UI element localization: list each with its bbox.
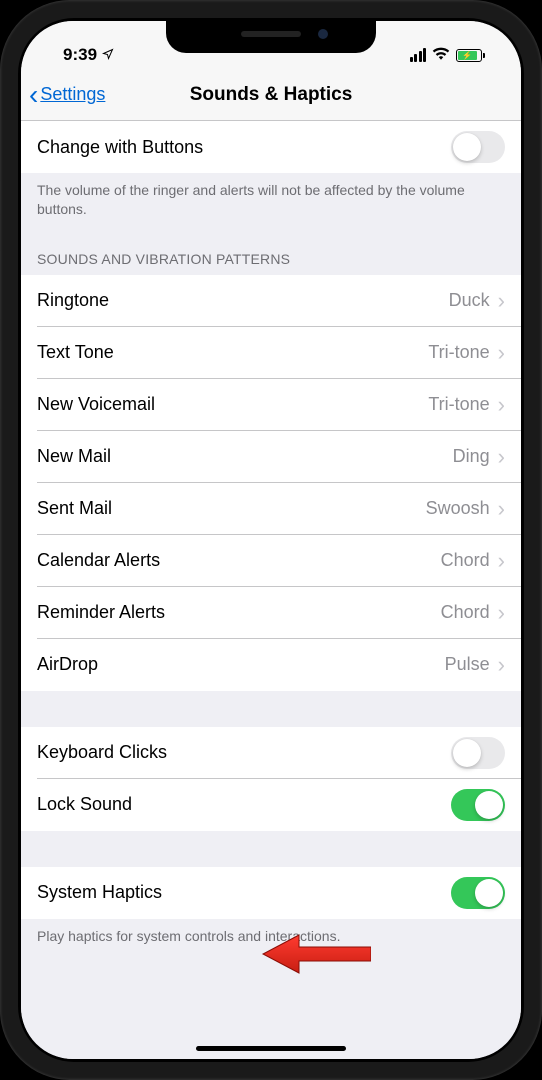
row-label: Calendar Alerts — [37, 550, 441, 571]
back-button-label: Settings — [40, 84, 105, 105]
row-reminder-alerts[interactable]: Reminder AlertsChord › — [21, 587, 521, 639]
row-label: Sent Mail — [37, 498, 426, 519]
location-services-icon — [102, 45, 114, 65]
row-label: AirDrop — [37, 654, 445, 675]
back-button[interactable]: ‹ Settings — [21, 81, 105, 109]
cellular-signal-icon — [410, 48, 427, 62]
row-system-haptics[interactable]: System Haptics — [21, 867, 521, 919]
row-new-voicemail[interactable]: New VoicemailTri-tone › — [21, 379, 521, 431]
row-label: Change with Buttons — [37, 137, 451, 158]
status-time: 9:39 — [63, 45, 97, 65]
row-lock-sound[interactable]: Lock Sound — [21, 779, 521, 831]
toggle-change-with-buttons[interactable] — [451, 131, 505, 163]
row-label: Reminder Alerts — [37, 602, 441, 623]
row-value: Swoosh — [426, 498, 490, 519]
row-value: Chord — [441, 550, 490, 571]
chevron-right-icon: › — [498, 392, 505, 418]
chevron-right-icon: › — [498, 340, 505, 366]
home-indicator[interactable] — [196, 1046, 346, 1051]
row-calendar-alerts[interactable]: Calendar AlertsChord › — [21, 535, 521, 587]
row-value: Pulse — [445, 654, 490, 675]
wifi-icon — [432, 45, 450, 65]
row-value: Chord — [441, 602, 490, 623]
row-label: Text Tone — [37, 342, 428, 363]
row-value: Ding — [453, 446, 490, 467]
row-value: Tri-tone — [428, 394, 489, 415]
navigation-bar: ‹ Settings Sounds & Haptics — [21, 69, 521, 121]
row-label: New Voicemail — [37, 394, 428, 415]
chevron-right-icon: › — [498, 548, 505, 574]
footer-change-with-buttons: The volume of the ringer and alerts will… — [21, 173, 521, 233]
footer-system-haptics: Play haptics for system controls and int… — [21, 919, 521, 960]
row-label: Lock Sound — [37, 794, 451, 815]
settings-content[interactable]: Change with Buttons The volume of the ri… — [21, 121, 521, 1059]
battery-icon: ⚡ — [456, 49, 485, 62]
chevron-right-icon: › — [498, 288, 505, 314]
row-sent-mail[interactable]: Sent MailSwoosh › — [21, 483, 521, 535]
chevron-left-icon: ‹ — [29, 81, 38, 109]
row-label: Ringtone — [37, 290, 449, 311]
row-label: New Mail — [37, 446, 453, 467]
row-ringtone[interactable]: RingtoneDuck › — [21, 275, 521, 327]
chevron-right-icon: › — [498, 444, 505, 470]
row-text-tone[interactable]: Text ToneTri-tone › — [21, 327, 521, 379]
row-change-with-buttons[interactable]: Change with Buttons — [21, 121, 521, 173]
chevron-right-icon: › — [498, 652, 505, 678]
toggle-keyboard-clicks[interactable] — [451, 737, 505, 769]
row-airdrop[interactable]: AirDropPulse › — [21, 639, 521, 691]
chevron-right-icon: › — [498, 600, 505, 626]
device-notch — [166, 21, 376, 53]
row-label: Keyboard Clicks — [37, 742, 451, 763]
row-label: System Haptics — [37, 882, 451, 903]
row-new-mail[interactable]: New MailDing › — [21, 431, 521, 483]
row-value: Duck — [449, 290, 490, 311]
toggle-lock-sound[interactable] — [451, 789, 505, 821]
row-keyboard-clicks[interactable]: Keyboard Clicks — [21, 727, 521, 779]
row-value: Tri-tone — [428, 342, 489, 363]
section-header-patterns: SOUNDS AND VIBRATION PATTERNS — [21, 233, 521, 275]
toggle-system-haptics[interactable] — [451, 877, 505, 909]
chevron-right-icon: › — [498, 496, 505, 522]
page-title: Sounds & Haptics — [190, 84, 353, 106]
